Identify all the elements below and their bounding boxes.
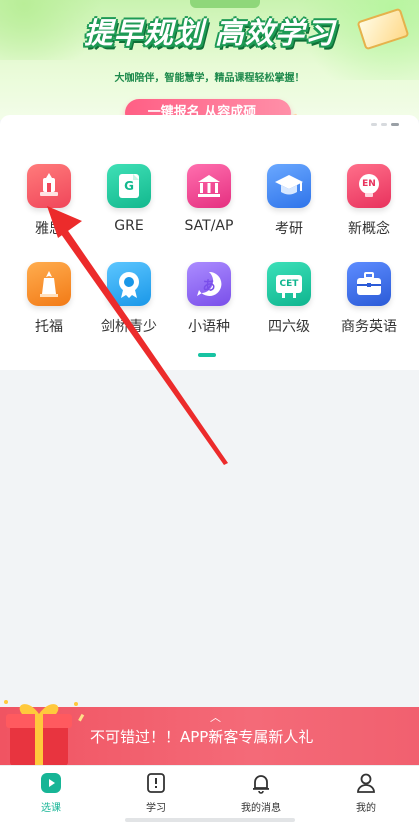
briefcase-icon [347, 262, 391, 306]
gre-icon: G [107, 164, 151, 208]
ielts-icon [27, 164, 71, 208]
category-label: 四六级 [268, 319, 310, 335]
tab-label: 我的消息 [241, 803, 281, 814]
category-cet[interactable]: CET 四六级 [253, 262, 325, 336]
study-icon [145, 772, 167, 794]
grid-page-indicator [198, 353, 216, 357]
cambridge-icon [107, 262, 151, 306]
banner-pagination [371, 123, 399, 126]
tab-study[interactable]: 学习 [126, 772, 186, 814]
play-icon [40, 772, 62, 794]
minor-language-icon: あ [187, 262, 231, 306]
promo-text: 不可错过！！APP新客专属新人礼 [90, 728, 314, 746]
category-gre[interactable]: G GRE [93, 164, 165, 234]
category-label: 新概念 [348, 221, 390, 237]
category-label: 商务英语 [341, 319, 397, 335]
new-concept-icon: EN [347, 164, 391, 208]
category-label: 剑桥青少 [101, 319, 157, 335]
category-sat-ap[interactable]: SAT/AP [173, 164, 245, 234]
user-icon [355, 772, 377, 794]
banner-decoration [190, 0, 260, 8]
tab-messages[interactable]: 我的消息 [231, 772, 291, 814]
category-ielts[interactable]: 雅思 [13, 164, 85, 238]
tab-label: 选课 [41, 803, 61, 814]
toefl-icon [27, 262, 71, 306]
gift-box-icon [4, 700, 85, 766]
category-label: 小语种 [188, 319, 230, 335]
banner-title: 提早规划 高效学习 [83, 16, 336, 50]
bottom-tab-bar: 选课 学习 我的消息 我的 [0, 765, 419, 825]
home-indicator [125, 818, 295, 822]
category-label: 托福 [35, 319, 63, 335]
category-kaoyan[interactable]: 考研 [253, 164, 325, 238]
graduation-cap-icon [267, 164, 311, 208]
tab-me[interactable]: 我的 [336, 772, 396, 814]
category-label: 考研 [275, 221, 303, 237]
category-minor-language[interactable]: あ 小语种 [173, 262, 245, 336]
category-cambridge[interactable]: 剑桥青少 [93, 262, 165, 336]
category-label: 雅思 [35, 221, 63, 237]
category-label: SAT/AP [184, 218, 234, 234]
category-new-concept[interactable]: EN 新概念 [333, 164, 405, 238]
tab-select-course[interactable]: 选课 [21, 772, 81, 814]
cet-icon: CET [267, 262, 311, 306]
tab-label: 学习 [146, 803, 166, 814]
category-business-english[interactable]: 商务英语 [333, 262, 405, 336]
sat-ap-icon [187, 164, 231, 208]
category-label: GRE [114, 218, 144, 234]
banner-subtitle: 大咖陪伴，智能慧学，精品课程轻松掌握！ [114, 73, 305, 84]
tab-label: 我的 [356, 803, 376, 814]
category-toefl[interactable]: 托福 [13, 262, 85, 336]
bell-icon [250, 772, 272, 794]
category-grid: 雅思 G GRE SAT/AP 考研 EN 新概念 托福 剑桥青少 あ 小语种 … [0, 115, 419, 370]
